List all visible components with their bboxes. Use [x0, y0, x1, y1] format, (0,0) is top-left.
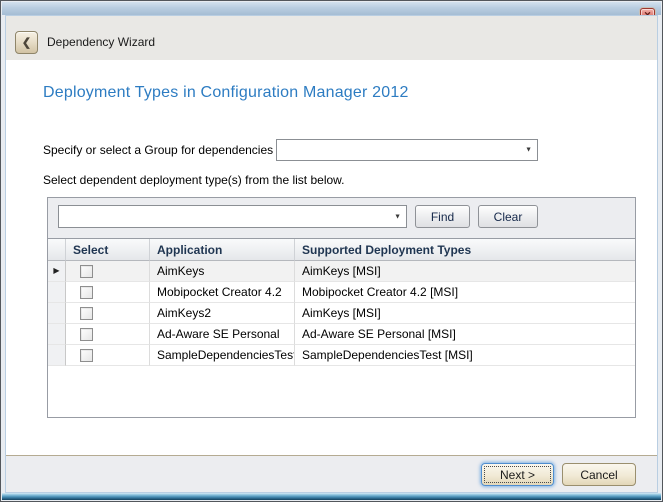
wizard-header: ❮ Dependency Wizard	[6, 16, 657, 60]
row-header-column	[48, 239, 66, 261]
deployment-types-cell: SampleDependenciesTest [MSI]	[295, 345, 635, 366]
table-header-row: Select Application Supported Deployment …	[48, 239, 635, 261]
row-header-cell	[48, 303, 66, 324]
clear-button[interactable]: Clear	[478, 205, 538, 228]
wizard-title: Dependency Wizard	[47, 31, 155, 54]
row-header-cell	[48, 282, 66, 303]
application-cell: AimKeys2	[150, 303, 295, 324]
select-checkbox[interactable]	[80, 307, 93, 320]
page-title: Deployment Types in Configuration Manage…	[43, 84, 409, 102]
select-checkbox[interactable]	[80, 265, 93, 278]
back-icon: ❮	[22, 36, 31, 49]
deployment-types-cell: AimKeys [MSI]	[295, 261, 635, 282]
select-checkbox[interactable]	[80, 286, 93, 299]
next-button[interactable]: Next >	[481, 463, 554, 486]
application-cell: Ad-Aware SE Personal	[150, 324, 295, 345]
window-bottom-edge	[2, 493, 661, 500]
group-dependencies-label: Specify or select a Group for dependenci…	[43, 143, 273, 157]
application-cell: Mobipocket Creator 4.2	[150, 282, 295, 303]
application-cell: SampleDependenciesTest	[150, 345, 295, 366]
select-cell	[66, 324, 150, 345]
current-row-icon: ▶	[53, 267, 59, 275]
wizard-content: Deployment Types in Configuration Manage…	[6, 60, 657, 455]
chevron-down-icon: ▼	[394, 213, 401, 220]
column-header-select[interactable]: Select	[66, 239, 150, 261]
window-client-area: ❮ Dependency Wizard Deployment Types in …	[5, 15, 658, 493]
column-header-application[interactable]: Application	[150, 239, 295, 261]
table-row[interactable]: SampleDependenciesTest SampleDependencie…	[48, 345, 635, 366]
deployment-types-cell: Mobipocket Creator 4.2 [MSI]	[295, 282, 635, 303]
group-dependencies-input[interactable]	[279, 141, 519, 159]
chevron-down-icon: ▼	[525, 147, 532, 154]
table-row[interactable]: Ad-Aware SE Personal Ad-Aware SE Persona…	[48, 324, 635, 345]
select-cell	[66, 261, 150, 282]
select-dependent-label: Select dependent deployment type(s) from…	[43, 173, 345, 187]
select-checkbox[interactable]	[80, 349, 93, 362]
select-checkbox[interactable]	[80, 328, 93, 341]
dependency-selection-panel: ▼ Find Clear Select Application Supporte…	[47, 197, 636, 418]
deployment-types-table: Select Application Supported Deployment …	[48, 238, 635, 417]
wizard-footer: Next > Cancel	[6, 455, 657, 492]
search-input[interactable]	[61, 207, 388, 226]
column-header-deployment-types[interactable]: Supported Deployment Types	[295, 239, 635, 261]
select-cell	[66, 345, 150, 366]
find-button[interactable]: Find	[415, 205, 470, 228]
select-cell	[66, 303, 150, 324]
row-header-cell	[48, 345, 66, 366]
titlebar	[2, 2, 661, 15]
back-button[interactable]: ❮	[15, 31, 38, 54]
search-combobox[interactable]: ▼	[58, 205, 407, 228]
row-header-cell: ▶	[48, 261, 66, 282]
dependency-wizard-window: ✕ ❮ Dependency Wizard Deployment Types i…	[0, 0, 663, 502]
group-dependencies-combobox[interactable]: ▼	[276, 139, 538, 161]
cancel-button[interactable]: Cancel	[562, 463, 636, 486]
table-row[interactable]: Mobipocket Creator 4.2 Mobipocket Creato…	[48, 282, 635, 303]
select-cell	[66, 282, 150, 303]
deployment-types-cell: AimKeys [MSI]	[295, 303, 635, 324]
row-header-cell	[48, 324, 66, 345]
table-row[interactable]: AimKeys2 AimKeys [MSI]	[48, 303, 635, 324]
deployment-types-cell: Ad-Aware SE Personal [MSI]	[295, 324, 635, 345]
table-row[interactable]: ▶ AimKeys AimKeys [MSI]	[48, 261, 635, 282]
application-cell: AimKeys	[150, 261, 295, 282]
